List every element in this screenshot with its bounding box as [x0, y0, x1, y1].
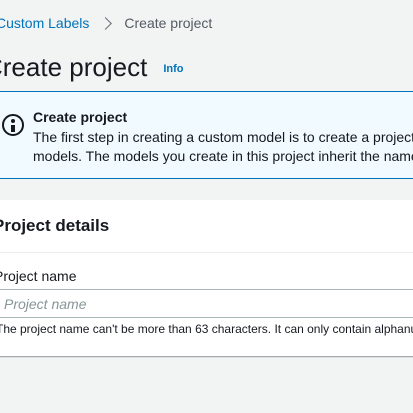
- chevron-right-icon: [99, 16, 113, 30]
- project-name-input[interactable]: [0, 289, 413, 318]
- project-details-container: Project details Project name The project…: [0, 200, 413, 356]
- alert-body-line: The first step in creating a custom mode…: [33, 129, 413, 145]
- breadcrumb: Custom Labels Create project: [0, 13, 212, 33]
- project-name-label: Project name: [0, 268, 77, 284]
- info-link[interactable]: Info: [163, 63, 183, 75]
- create-project-page: Custom Labels Create project Create proj…: [0, 0, 413, 413]
- breadcrumb-link-custom-labels[interactable]: Custom Labels: [0, 15, 89, 31]
- info-icon: [2, 114, 24, 136]
- alert-body: The first step in creating a custom mode…: [33, 128, 413, 166]
- project-name-hint: The project name can't be more than 63 c…: [0, 322, 413, 336]
- info-alert: Create project The first step in creatin…: [0, 91, 413, 179]
- container-header: Project details: [0, 200, 413, 253]
- alert-body-line: models. The models you create in this pr…: [33, 148, 413, 164]
- alert-title: Create project: [33, 109, 128, 125]
- project-details-heading: Project details: [0, 216, 110, 235]
- breadcrumb-current: Create project: [124, 15, 213, 31]
- page-title: Create project: [0, 52, 148, 82]
- page-header: Create project Info: [0, 52, 183, 83]
